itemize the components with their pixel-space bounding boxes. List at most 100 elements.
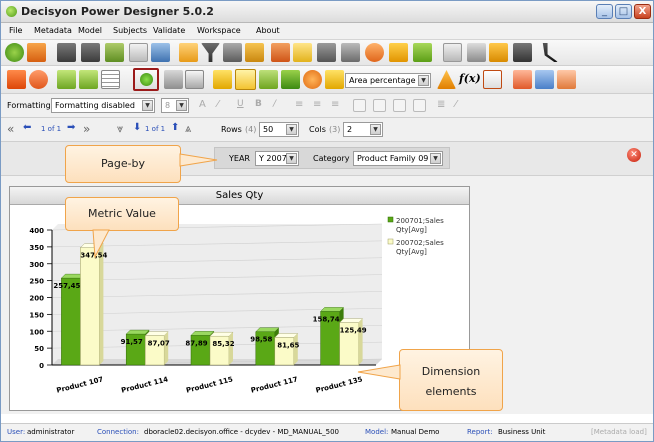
export-data-icon[interactable] [79,70,98,89]
save-icon[interactable] [57,43,76,62]
y-tick-label: 400 [29,227,44,235]
align-right-icon[interactable]: ≡ [331,99,339,110]
border-inner-icon[interactable] [393,99,406,112]
menu-about[interactable]: About [256,26,280,35]
user-icon[interactable] [513,43,532,62]
font-size-select[interactable]: 8 ▼ [161,98,189,113]
y-tick-label: 350 [29,244,44,252]
cols-value: 2 [347,125,353,134]
combo-chart-icon[interactable] [325,70,344,89]
italic-button[interactable]: / [273,99,276,109]
status-model: Manual Demo [391,428,440,436]
status-bar: User: administrator Connection: dboracle… [1,423,653,441]
swap-icon[interactable] [341,43,360,62]
close-panel-icon[interactable]: ✕ [627,148,641,162]
border-outer-icon[interactable] [373,99,386,112]
last-row-icon[interactable]: ⩓ [185,122,191,136]
highlight-icon[interactable]: ⁄ [217,99,219,110]
bar-chart-icon[interactable] [213,70,232,89]
scatter-chart-icon[interactable] [281,70,300,89]
prev-page-icon[interactable]: ⬅ [23,122,31,133]
formatting-select[interactable]: Formatting disabled ▼ [51,98,155,113]
chart-axis-icon[interactable] [129,43,148,62]
paint-icon[interactable]: ≣ [437,99,445,110]
underline-button[interactable]: U [237,99,244,109]
slice-icon[interactable] [164,70,183,89]
formula-button[interactable]: f(x) [459,72,481,85]
menu-subjects[interactable]: Subjects [113,26,147,35]
callout-page-by: Page-by [65,145,181,183]
database-icon[interactable] [223,43,242,62]
eraser-icon[interactable]: ⁄ [455,99,457,110]
save-as-icon[interactable] [81,43,100,62]
document-icon[interactable] [317,43,336,62]
align-left-icon[interactable]: ≡ [295,99,303,110]
menu-file[interactable]: File [9,26,22,35]
key-icon[interactable] [245,43,264,62]
category-select[interactable]: Product Family 09 ▼ [353,151,443,166]
run-icon[interactable] [389,43,408,62]
year-select[interactable]: Y 2007 ▼ [255,151,299,166]
close-button[interactable]: X [634,4,651,19]
last-page-icon[interactable]: » [83,122,90,136]
grid-icon[interactable] [101,70,120,89]
pie-chart-icon[interactable] [303,70,322,89]
callout-dimension-line2: elements [425,385,477,398]
bar-side [229,332,233,365]
rows-select[interactable]: 50 ▼ [259,122,299,137]
down-icon[interactable]: ⬇ [133,122,141,133]
pie-icon[interactable] [365,43,384,62]
next-page-icon[interactable]: ➡ [67,122,75,133]
layers-icon[interactable] [151,43,170,62]
legend-label: 200701;Sales [396,217,444,225]
folder-icon[interactable] [293,43,312,62]
globe-icon[interactable] [5,43,24,62]
metadata-icon[interactable] [27,43,46,62]
border-none-icon[interactable] [413,99,426,112]
align-center-icon[interactable]: ≡ [313,99,321,110]
border-all-icon[interactable] [353,99,366,112]
cols-select[interactable]: 2 ▼ [343,122,383,137]
csv-icon[interactable] [557,70,576,89]
maximize-button[interactable]: □ [615,4,632,19]
users-icon[interactable] [489,43,508,62]
line-chart-icon[interactable] [259,70,278,89]
wand-icon[interactable] [271,43,290,62]
edit-icon[interactable] [443,43,462,62]
trend-icon[interactable] [179,43,198,62]
hierarchy-icon[interactable] [467,43,486,62]
filter-icon[interactable] [201,43,220,62]
excel-icon[interactable] [535,70,554,89]
tools-icon[interactable] [542,43,558,62]
page-by-button[interactable] [133,68,159,91]
first-page-icon[interactable]: « [7,122,14,136]
menu-validate[interactable]: Validate [153,26,185,35]
table-icon[interactable] [185,70,204,89]
menu-workspace[interactable]: Workspace [197,26,241,35]
chart-type-select[interactable]: Area percentage ▼ [345,73,431,88]
status-user-label: User: [7,428,26,436]
y-tick-label: 100 [29,328,44,336]
text-color-icon[interactable]: A [199,99,206,110]
stack-icon[interactable] [413,43,432,62]
pdf-icon[interactable] [513,70,532,89]
menu-metadata[interactable]: Metadata [34,26,72,35]
up-icon[interactable]: ⬆ [171,122,179,133]
callout-metric-value: Metric Value [65,197,179,231]
formatting-value: Formatting disabled [55,101,135,110]
rows-label: Rows [221,125,242,134]
area-chart-icon[interactable] [235,69,256,90]
first-row-icon[interactable]: ⩔ [117,122,123,136]
refresh-icon[interactable] [29,70,48,89]
import-icon[interactable] [57,70,76,89]
warning-icon[interactable] [437,70,456,89]
minimize-button[interactable]: _ [596,4,613,19]
bold-button[interactable]: B [255,99,262,109]
data-label: 158,74 [313,315,340,323]
menu-model[interactable]: Model [78,26,102,35]
status-metadata: [Metadata load] [591,428,647,436]
cols-count: (3) [329,125,341,134]
pen-icon[interactable] [483,70,502,89]
report-icon[interactable] [7,70,26,89]
export-icon[interactable] [105,43,124,62]
